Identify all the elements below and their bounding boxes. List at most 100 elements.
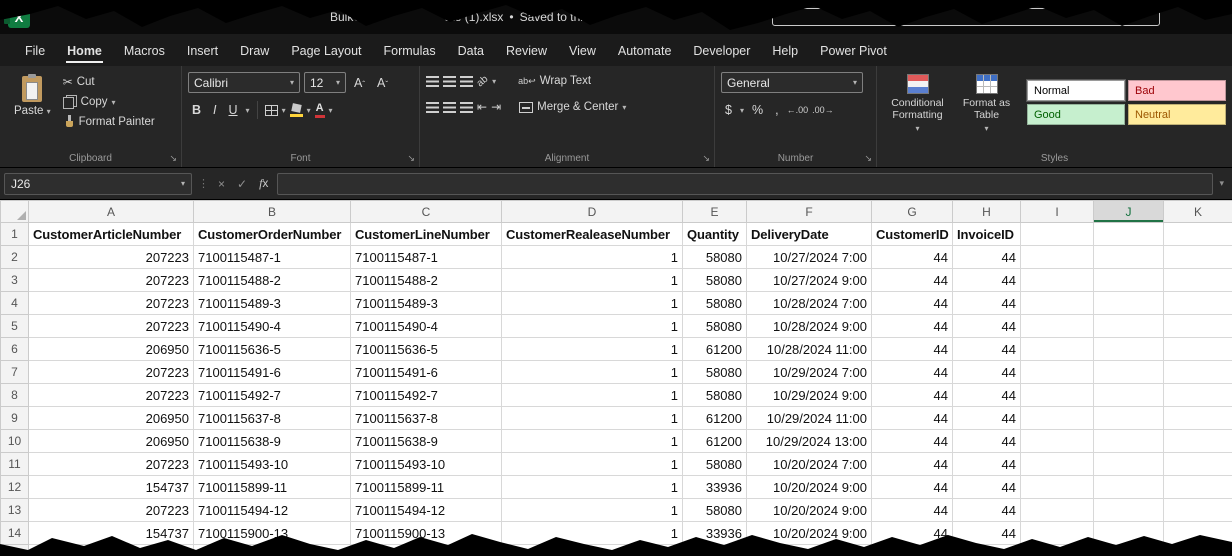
cell-I3[interactable] — [1021, 269, 1094, 292]
cell-H6[interactable]: 44 — [953, 338, 1021, 361]
cell-G6[interactable]: 44 — [872, 338, 953, 361]
borders-icon[interactable] — [265, 105, 278, 116]
cell-D3[interactable]: 1 — [502, 269, 683, 292]
alignment-dialog-launcher[interactable]: ↘ — [702, 153, 710, 164]
cell-H13[interactable]: 44 — [953, 499, 1021, 522]
cell-C15[interactable] — [351, 545, 502, 556]
font-dialog-launcher[interactable]: ↘ — [407, 153, 415, 164]
cell-D7[interactable]: 1 — [502, 361, 683, 384]
cell-J8[interactable] — [1094, 384, 1164, 407]
cell-K15[interactable] — [1164, 545, 1232, 556]
cell-E12[interactable]: 33936 — [683, 476, 747, 499]
cell-A7[interactable]: 207223 — [29, 361, 194, 384]
cell-I12[interactable] — [1021, 476, 1094, 499]
cell-J2[interactable] — [1094, 246, 1164, 269]
cell-A8[interactable]: 207223 — [29, 384, 194, 407]
font-size-select[interactable]: 12 ▾ — [304, 72, 346, 93]
tab-insert[interactable]: Insert — [176, 37, 229, 66]
tab-draw[interactable]: Draw — [229, 37, 280, 66]
cell-E13[interactable]: 58080 — [683, 499, 747, 522]
align-left-icon[interactable] — [426, 102, 439, 113]
cell-H10[interactable]: 44 — [953, 430, 1021, 453]
cell-B5[interactable]: 7100115490-4 — [194, 315, 351, 338]
cell-C6[interactable]: 7100115636-5 — [351, 338, 502, 361]
tab-file[interactable]: File — [14, 37, 56, 66]
cell-style-neutral[interactable]: Neutral — [1128, 104, 1226, 125]
cell-A5[interactable]: 207223 — [29, 315, 194, 338]
cell-G1[interactable]: CustomerID — [872, 223, 953, 246]
document-title[interactable]: BulkOr ate (1).xlsx • Saved to this ▾ — [330, 10, 599, 24]
cell-J6[interactable] — [1094, 338, 1164, 361]
search-box[interactable] — [772, 8, 1160, 26]
cell-K8[interactable] — [1164, 384, 1232, 407]
cell-A2[interactable]: 207223 — [29, 246, 194, 269]
cell-E2[interactable]: 58080 — [683, 246, 747, 269]
cell-G2[interactable]: 44 — [872, 246, 953, 269]
cell-K2[interactable] — [1164, 246, 1232, 269]
cell-F4[interactable]: 10/28/2024 7:00 — [747, 292, 872, 315]
cell-C2[interactable]: 7100115487-1 — [351, 246, 502, 269]
cell-F15[interactable] — [747, 545, 872, 556]
row-header-5[interactable]: 5 — [1, 315, 29, 338]
cell-G8[interactable]: 44 — [872, 384, 953, 407]
cell-F14[interactable]: 10/20/2024 9:00 — [747, 522, 872, 545]
cell-H4[interactable]: 44 — [953, 292, 1021, 315]
underline-button[interactable]: U — [225, 101, 242, 119]
align-center-icon[interactable] — [443, 102, 456, 113]
cell-I7[interactable] — [1021, 361, 1094, 384]
cell-B7[interactable]: 7100115491-6 — [194, 361, 351, 384]
cell-D15[interactable] — [502, 545, 683, 556]
enter-icon[interactable]: ✓ — [234, 177, 250, 191]
cell-D2[interactable]: 1 — [502, 246, 683, 269]
cell-K4[interactable] — [1164, 292, 1232, 315]
tab-page-layout[interactable]: Page Layout — [280, 37, 372, 66]
cell-K1[interactable] — [1164, 223, 1232, 246]
column-header-H[interactable]: H — [953, 201, 1021, 223]
insert-function-icon[interactable]: fx — [256, 176, 271, 191]
cell-A15[interactable] — [29, 545, 194, 556]
cell-B9[interactable]: 7100115637-8 — [194, 407, 351, 430]
comma-style-button[interactable]: , — [771, 101, 782, 119]
cell-H7[interactable]: 44 — [953, 361, 1021, 384]
row-header-4[interactable]: 4 — [1, 292, 29, 315]
column-header-G[interactable]: G — [872, 201, 953, 223]
cell-B3[interactable]: 7100115488-2 — [194, 269, 351, 292]
cell-I2[interactable] — [1021, 246, 1094, 269]
cell-J3[interactable] — [1094, 269, 1164, 292]
cell-D6[interactable]: 1 — [502, 338, 683, 361]
cell-I11[interactable] — [1021, 453, 1094, 476]
row-header-12[interactable]: 12 — [1, 476, 29, 499]
row-header-8[interactable]: 8 — [1, 384, 29, 407]
cell-K9[interactable] — [1164, 407, 1232, 430]
cancel-icon[interactable]: × — [215, 177, 228, 191]
cell-A4[interactable]: 207223 — [29, 292, 194, 315]
increase-font-button[interactable]: Aˆ — [350, 74, 369, 92]
cell-C3[interactable]: 7100115488-2 — [351, 269, 502, 292]
cell-G14[interactable]: 44 — [872, 522, 953, 545]
tab-macros[interactable]: Macros — [113, 37, 176, 66]
orientation-icon[interactable]: ab — [475, 73, 491, 89]
cell-K11[interactable] — [1164, 453, 1232, 476]
cell-J14[interactable] — [1094, 522, 1164, 545]
cell-G12[interactable]: 44 — [872, 476, 953, 499]
name-box[interactable]: J26 ▾ — [4, 173, 192, 195]
cell-G5[interactable]: 44 — [872, 315, 953, 338]
cell-B2[interactable]: 7100115487-1 — [194, 246, 351, 269]
cell-D14[interactable]: 1 — [502, 522, 683, 545]
cell-H12[interactable]: 44 — [953, 476, 1021, 499]
cell-I8[interactable] — [1021, 384, 1094, 407]
cell-J11[interactable] — [1094, 453, 1164, 476]
cell-F10[interactable]: 10/29/2024 13:00 — [747, 430, 872, 453]
column-header-B[interactable]: B — [194, 201, 351, 223]
wrap-text-button[interactable]: ab↩ Wrap Text — [514, 72, 595, 90]
cell-A3[interactable]: 207223 — [29, 269, 194, 292]
cell-H8[interactable]: 44 — [953, 384, 1021, 407]
cell-I5[interactable] — [1021, 315, 1094, 338]
cell-K5[interactable] — [1164, 315, 1232, 338]
cell-K10[interactable] — [1164, 430, 1232, 453]
cell-A11[interactable]: 207223 — [29, 453, 194, 476]
chevron-down-icon[interactable]: ▾ — [307, 106, 311, 115]
accounting-format-button[interactable]: $ — [721, 101, 736, 119]
cell-D1[interactable]: CustomerRealeaseNumber — [502, 223, 683, 246]
cell-D8[interactable]: 1 — [502, 384, 683, 407]
